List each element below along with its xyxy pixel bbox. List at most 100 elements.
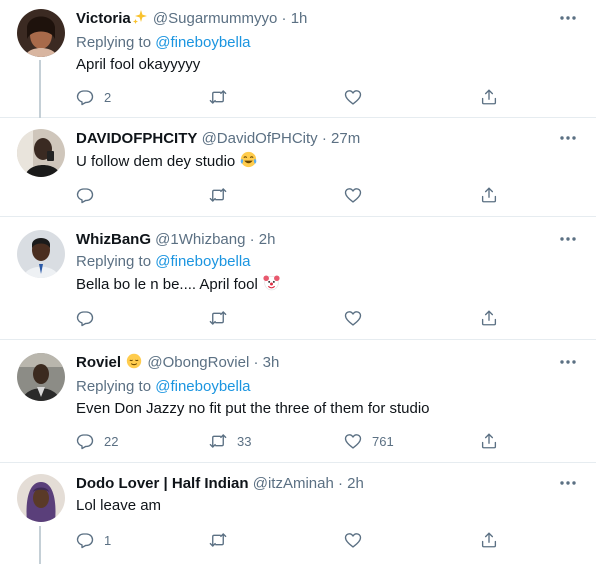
avatar[interactable]: [17, 9, 65, 57]
retweet-icon: [209, 531, 227, 549]
tweet-davidofphcity[interactable]: DAVIDOFPHCITY @DavidOfPHCity · 27m U fol…: [0, 118, 596, 217]
avatar[interactable]: [17, 474, 65, 522]
separator-dot: ·: [249, 231, 255, 248]
replying-label: Replying to: [76, 253, 152, 270]
like-count: 761: [372, 433, 394, 449]
like-icon: [344, 531, 362, 549]
tweet-victoria[interactable]: Victoria @Sugarmummyyo · 1h Replying to …: [0, 0, 596, 118]
share-button[interactable]: [480, 185, 498, 205]
like-button[interactable]: 761: [344, 431, 394, 451]
separator-dot: ·: [253, 354, 259, 371]
share-icon: [480, 432, 498, 450]
user-handle[interactable]: @Sugarmummyyo: [153, 10, 277, 27]
tweet-dodo-lover[interactable]: Dodo Lover | Half Indian @itzAminah · 2h…: [0, 463, 596, 564]
display-name[interactable]: Victoria: [76, 10, 131, 27]
more-icon[interactable]: [558, 355, 578, 369]
tweet-actions: 1: [76, 530, 516, 550]
tweet-actions: 2: [76, 87, 516, 107]
user-handle[interactable]: @1Whizbang: [155, 231, 245, 248]
retweet-icon: [209, 309, 227, 327]
reply-icon: [76, 432, 94, 450]
like-button[interactable]: [344, 185, 362, 205]
like-icon: [344, 309, 362, 327]
share-button[interactable]: [480, 431, 498, 451]
retweet-button[interactable]: [209, 185, 227, 205]
reply-icon: [76, 88, 94, 106]
separator-dot: ·: [321, 130, 327, 147]
retweet-button[interactable]: [209, 530, 227, 550]
like-button[interactable]: [344, 87, 362, 107]
user-handle[interactable]: @DavidOfPHCity: [202, 130, 318, 147]
more-icon[interactable]: [558, 131, 578, 145]
clown-face-icon: [263, 274, 280, 297]
share-button[interactable]: [480, 308, 498, 328]
tweet-roviel[interactable]: Roviel @ObongRoviel · 3h Replying to @fi…: [0, 340, 596, 463]
separator-dot: ·: [337, 475, 343, 492]
reply-button[interactable]: [76, 308, 94, 328]
share-icon: [480, 531, 498, 549]
more-icon[interactable]: [558, 11, 578, 25]
display-name[interactable]: WhizBanG: [76, 231, 151, 248]
display-name[interactable]: DAVIDOFPHCITY: [76, 130, 197, 147]
tweet-text-content: Bella bo le n be.... April fool: [76, 276, 258, 293]
tweet-header: Dodo Lover | Half Indian @itzAminah · 2h: [76, 474, 556, 494]
thread-line: [39, 60, 41, 118]
tweet-text: Lol leave am: [76, 497, 162, 514]
reply-button[interactable]: 22: [76, 431, 118, 451]
tweet-whizbang[interactable]: WhizBanG @1Whizbang · 2h Replying to @fi…: [0, 217, 596, 340]
avatar[interactable]: [17, 230, 65, 278]
display-name[interactable]: Roviel: [76, 354, 121, 371]
tweet-actions: [76, 185, 516, 205]
timestamp[interactable]: 3h: [263, 354, 280, 371]
tweet-text: U follow dem dey studio: [76, 151, 556, 174]
mention-link[interactable]: @fineboybella: [155, 253, 250, 270]
mention-link[interactable]: @fineboybella: [155, 378, 250, 395]
timestamp[interactable]: 2h: [259, 231, 276, 248]
more-icon[interactable]: [558, 476, 578, 490]
separator-dot: ·: [281, 10, 287, 27]
share-icon: [480, 186, 498, 204]
reply-button[interactable]: 2: [76, 87, 111, 107]
share-icon: [480, 309, 498, 327]
replying-to: Replying to @fineboybella: [76, 252, 556, 272]
user-handle[interactable]: @ObongRoviel: [147, 354, 249, 371]
tweet-text-content: U follow dem dey studio: [76, 153, 236, 170]
timestamp[interactable]: 1h: [291, 10, 308, 27]
like-icon: [344, 88, 362, 106]
retweet-icon: [209, 88, 227, 106]
tweet-text: Even Don Jazzy no fit put the three of t…: [76, 400, 430, 417]
face-with-tears-of-joy-icon: [240, 151, 257, 174]
mention-link[interactable]: @fineboybella: [155, 34, 250, 51]
like-button[interactable]: [344, 530, 362, 550]
reply-count: 22: [104, 433, 119, 449]
display-name[interactable]: Dodo Lover | Half Indian: [76, 475, 249, 492]
timestamp[interactable]: 27m: [331, 130, 360, 147]
avatar[interactable]: [17, 129, 65, 177]
user-handle[interactable]: @itzAminah: [253, 475, 334, 492]
reply-icon: [76, 309, 94, 327]
tweet-header: WhizBanG @1Whizbang · 2h: [76, 230, 556, 250]
tweet-text: Bella bo le n be.... April fool: [76, 274, 556, 297]
replying-label: Replying to: [76, 34, 152, 51]
share-button[interactable]: [480, 87, 498, 107]
retweet-button[interactable]: 33: [209, 431, 251, 451]
like-button[interactable]: [344, 308, 362, 328]
tweet-actions: [76, 308, 516, 328]
sparkles-icon: [132, 9, 148, 31]
timestamp[interactable]: 2h: [347, 475, 364, 492]
reply-icon: [76, 531, 94, 549]
retweet-icon: [209, 186, 227, 204]
retweet-button[interactable]: [209, 308, 227, 328]
replying-to: Replying to @fineboybella: [76, 377, 556, 397]
reply-button[interactable]: 1: [76, 530, 111, 550]
reply-count: 2: [104, 89, 112, 105]
reply-button[interactable]: [76, 185, 94, 205]
retweet-count: 33: [237, 433, 252, 449]
more-icon[interactable]: [558, 232, 578, 246]
share-button[interactable]: [480, 530, 498, 550]
like-icon: [344, 432, 362, 450]
avatar[interactable]: [17, 353, 65, 401]
tweet-text: April fool okayyyyy: [76, 56, 201, 73]
retweet-button[interactable]: [209, 87, 227, 107]
tweet-header: Roviel @ObongRoviel · 3h: [76, 353, 556, 375]
